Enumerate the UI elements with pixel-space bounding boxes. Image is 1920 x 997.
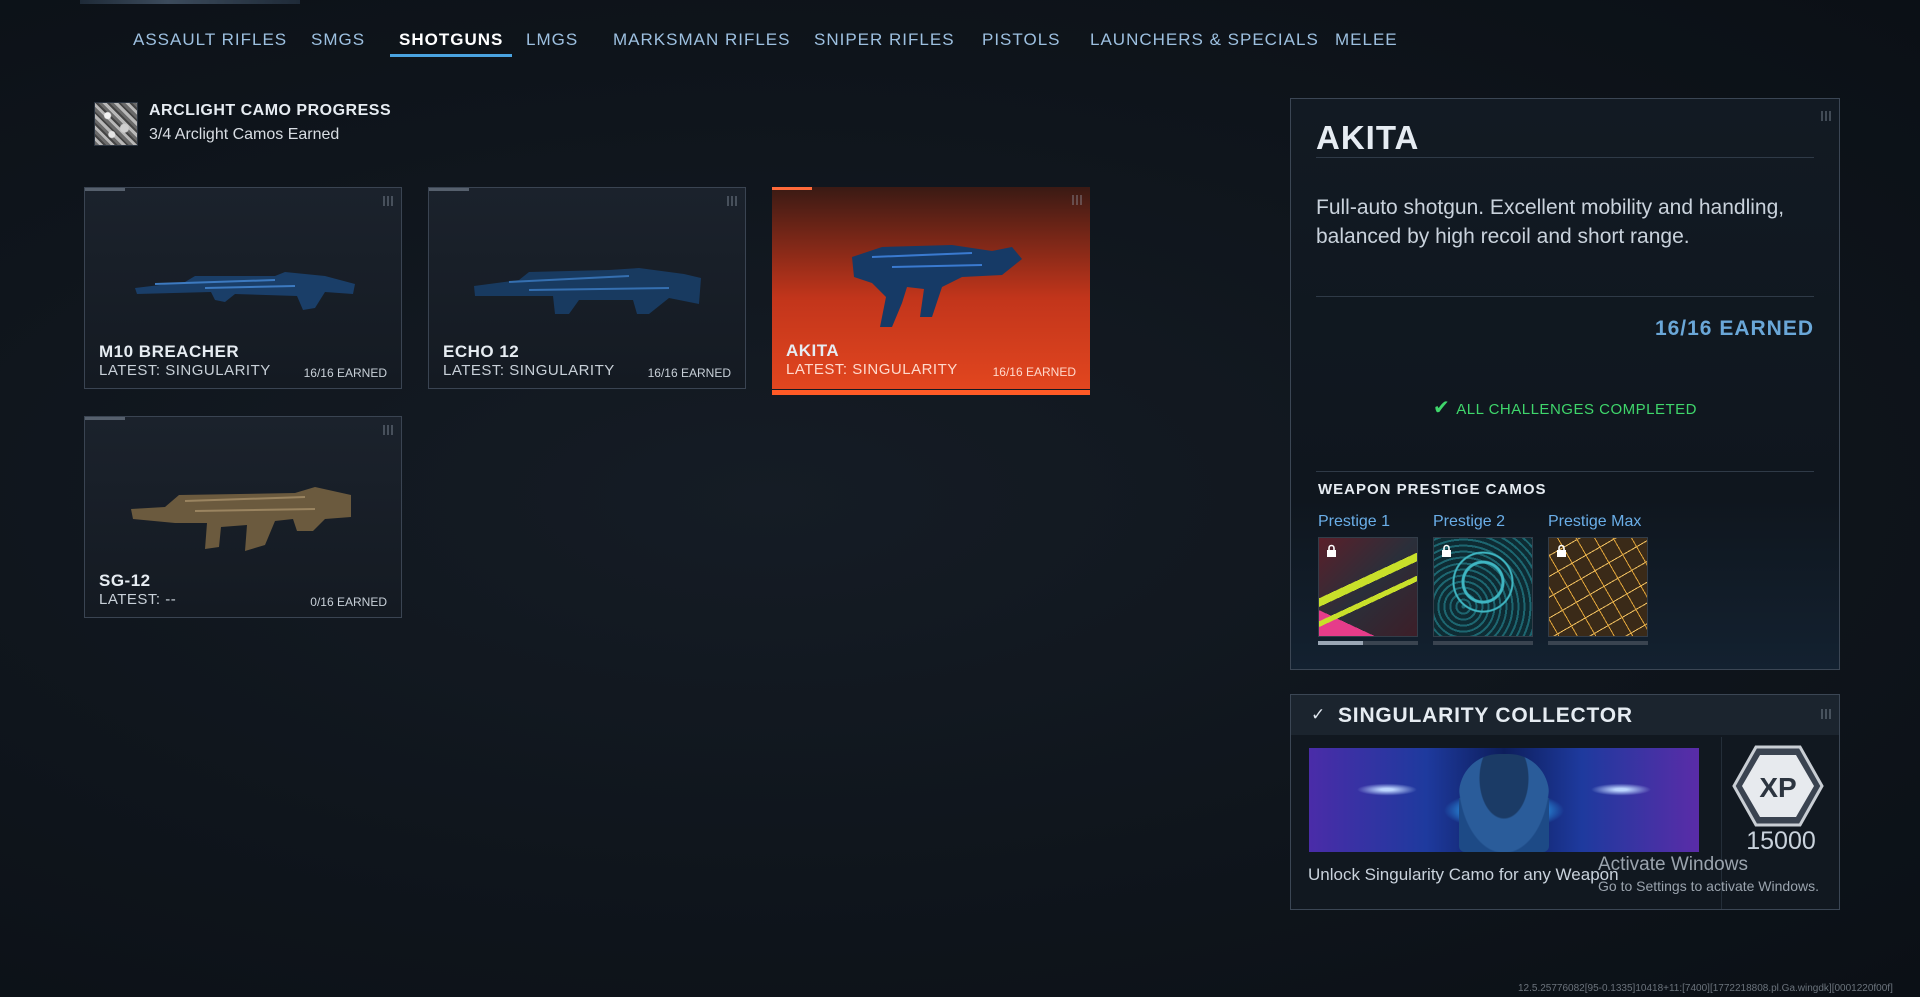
weapon-card-m10-breacher[interactable]: M10 BREACHER LATEST: SINGULARITY 16/16 E…	[84, 187, 402, 389]
prestige-camo-2[interactable]: Prestige 2	[1433, 513, 1533, 645]
xp-badge-icon: XP	[1732, 745, 1824, 827]
weapon-name: AKITA	[786, 341, 840, 360]
prestige-label: Prestige Max	[1548, 513, 1642, 530]
prestige-label: Prestige 2	[1433, 513, 1506, 530]
divider	[1316, 471, 1814, 472]
tab-pistols[interactable]: PISTOLS	[982, 30, 1061, 50]
active-tab-underline	[390, 54, 513, 57]
shotgun-icon	[474, 268, 701, 314]
weapon-card-akita[interactable]: AKITA LATEST: SINGULARITY 16/16 EARNED	[772, 187, 1090, 395]
collector-title: SINGULARITY COLLECTOR	[1338, 704, 1633, 727]
weapon-latest-camo: LATEST: --	[99, 591, 177, 608]
watermark-title: Activate Windows	[1598, 854, 1748, 875]
lock-icon	[1327, 544, 1336, 557]
card-corner-grip	[727, 196, 737, 206]
arclight-title: ARCLIGHT CAMO PROGRESS	[149, 102, 392, 119]
selected-card-bar	[772, 390, 1090, 395]
weapon-card-sg-12[interactable]: SG-12 LATEST: -- 0/16 EARNED	[84, 416, 402, 618]
weapon-card-echo-12[interactable]: ECHO 12 LATEST: SINGULARITY 16/16 EARNED	[428, 187, 746, 389]
watermark-subtitle: Go to Settings to activate Windows.	[1598, 878, 1819, 894]
card-top-accent	[85, 417, 125, 420]
tab-launchers-specials[interactable]: LAUNCHERS & SPECIALS	[1090, 30, 1319, 50]
panel-corner-grip	[1821, 709, 1831, 719]
challenges-completed-status: ✔ ALL CHALLENGES COMPLETED	[1291, 395, 1839, 420]
prestige-camo-swatch[interactable]	[1433, 537, 1533, 637]
arclight-camo-thumbnail	[94, 102, 138, 146]
weapon-latest-camo: LATEST: SINGULARITY	[99, 362, 271, 379]
divider	[1316, 296, 1814, 297]
shotgun-icon	[131, 487, 351, 551]
prestige-camo-swatch[interactable]	[1318, 537, 1418, 637]
operator-figure	[1459, 754, 1549, 852]
card-top-accent	[85, 188, 125, 191]
check-icon: ✓	[1311, 705, 1326, 724]
weapon-class-tabs: ASSAULT RIFLES SMGS SHOTGUNS LMGS MARKSM…	[0, 30, 1920, 62]
weapon-detail-panel: AKITA Full-auto shotgun. Excellent mobil…	[1290, 98, 1840, 670]
card-top-accent	[429, 188, 469, 191]
detail-description: Full-auto shotgun. Excellent mobility an…	[1316, 196, 1785, 248]
prestige-camo-swatch[interactable]	[1548, 537, 1648, 637]
check-icon: ✔	[1433, 397, 1451, 419]
weapon-name: M10 BREACHER	[99, 342, 240, 361]
panel-corner-grip	[1821, 111, 1831, 121]
build-version-string: 12.5.25776082[95-0.1335]10418+11:[7400][…	[1518, 983, 1893, 994]
collector-description: Unlock Singularity Camo for any Weapon	[1308, 865, 1619, 884]
tab-smgs[interactable]: SMGS	[311, 30, 365, 50]
card-corner-grip	[383, 425, 393, 435]
weapon-earned-count: 16/16 EARNED	[647, 366, 731, 380]
lock-icon	[1442, 544, 1451, 557]
xp-reward-value: 15000	[1746, 827, 1816, 855]
tab-assault-rifles[interactable]: ASSAULT RIFLES	[133, 30, 287, 50]
tab-marksman-rifles[interactable]: MARKSMAN RIFLES	[613, 30, 790, 50]
prestige-camo-max[interactable]: Prestige Max	[1548, 513, 1648, 645]
weapon-earned-count: 16/16 EARNED	[992, 365, 1076, 379]
prestige-camo-1[interactable]: Prestige 1	[1318, 513, 1418, 645]
prestige-progress-bar	[1318, 641, 1418, 645]
tab-lmgs[interactable]: LMGS	[526, 30, 578, 50]
shotgun-icon	[135, 272, 355, 310]
shotgun-icon	[852, 245, 1022, 327]
detail-earned-count: 16/16 EARNED	[1654, 317, 1814, 340]
tab-sniper-rifles[interactable]: SNIPER RIFLES	[814, 30, 955, 50]
weapon-name: ECHO 12	[443, 342, 520, 361]
weapon-name: SG-12	[99, 571, 151, 590]
card-corner-grip	[383, 196, 393, 206]
prestige-progress-bar	[1433, 641, 1533, 645]
detail-weapon-title: AKITA	[1316, 119, 1420, 156]
weapon-earned-count: 16/16 EARNED	[303, 366, 387, 380]
card-corner-grip	[1072, 195, 1082, 205]
prestige-heading: WEAPON PRESTIGE CAMOS	[1318, 481, 1547, 498]
top-logo-strip	[80, 0, 300, 4]
weapon-earned-count: 0/16 EARNED	[310, 595, 387, 609]
tab-shotguns[interactable]: SHOTGUNS	[390, 30, 513, 57]
activate-windows-watermark: Activate Windows Go to Settings to activ…	[1598, 854, 1819, 894]
card-top-accent	[772, 187, 812, 190]
weapon-latest-camo: LATEST: SINGULARITY	[443, 362, 615, 379]
divider	[1316, 157, 1814, 158]
prestige-progress-bar	[1548, 641, 1648, 645]
svg-text:XP: XP	[1759, 772, 1796, 803]
collector-header: ✓ SINGULARITY COLLECTOR	[1291, 695, 1839, 735]
prestige-label: Prestige 1	[1318, 513, 1391, 530]
lock-icon	[1557, 544, 1566, 557]
weapon-latest-camo: LATEST: SINGULARITY	[786, 361, 958, 378]
status-text: ALL CHALLENGES COMPLETED	[1456, 401, 1697, 418]
collector-reward-banner	[1309, 748, 1699, 852]
arclight-subtitle: 3/4 Arclight Camos Earned	[149, 126, 340, 143]
tab-melee[interactable]: MELEE	[1335, 30, 1398, 50]
